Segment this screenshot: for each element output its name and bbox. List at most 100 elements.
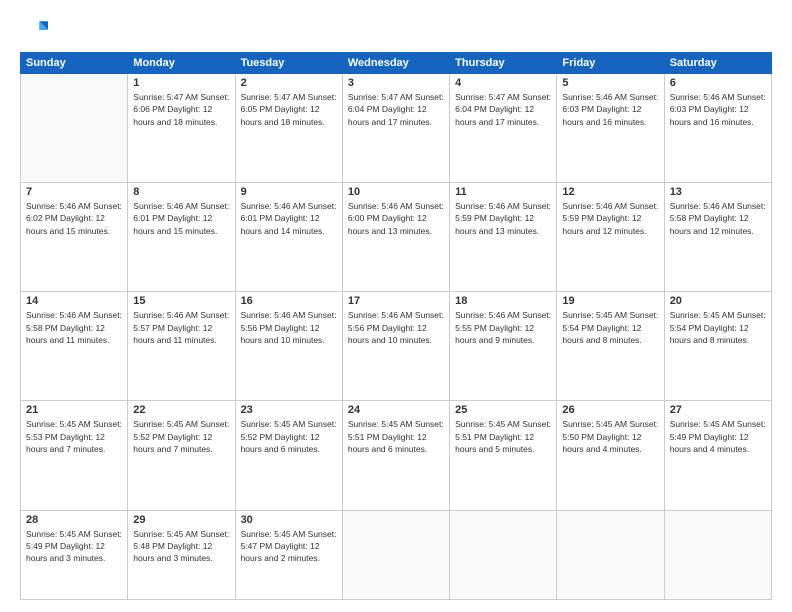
day-number: 29 xyxy=(133,514,229,526)
day-cell-23: 23 Sunrise: 5:45 AM Sunset: 5:52 PM Dayli… xyxy=(235,401,342,510)
week-row-4: 21 Sunrise: 5:45 AM Sunset: 5:53 PM Dayli… xyxy=(21,401,772,510)
day-number: 2 xyxy=(241,77,337,89)
weekday-header-tuesday: Tuesday xyxy=(235,53,342,74)
day-cell-4: 4 Sunrise: 5:47 AM Sunset: 6:04 PM Daylig… xyxy=(450,74,557,183)
day-info: Sunrise: 5:45 AM Sunset: 5:54 PM Dayligh… xyxy=(670,309,766,346)
day-cell-3: 3Sunrise: 5:47 AM Sunset: 6:04 PM Daylig… xyxy=(342,74,449,183)
empty-cell xyxy=(664,510,771,599)
weekday-header-row: SundayMondayTuesdayWednesdayThursdayFrid… xyxy=(21,53,772,74)
page: SundayMondayTuesdayWednesdayThursdayFrid… xyxy=(0,0,792,612)
day-cell-9: 9 Sunrise: 5:46 AM Sunset: 6:01 PM Daylig… xyxy=(235,183,342,292)
day-info: Sunrise: 5:46 AM Sunset: 6:02 PM Dayligh… xyxy=(26,200,122,237)
day-number: 1 xyxy=(133,77,229,89)
day-number: 27 xyxy=(670,404,766,416)
weekday-header-monday: Monday xyxy=(128,53,235,74)
day-info: Sunrise: 5:46 AM Sunset: 6:01 PM Dayligh… xyxy=(241,200,337,237)
weekday-header-wednesday: Wednesday xyxy=(342,53,449,74)
day-number: 25 xyxy=(455,404,551,416)
day-info: Sunrise: 5:46 AM Sunset: 5:56 PM Dayligh… xyxy=(241,309,337,346)
day-cell-12: 12 Sunrise: 5:46 AM Sunset: 5:59 PM Dayli… xyxy=(557,183,664,292)
day-info: Sunrise: 5:45 AM Sunset: 5:49 PM Dayligh… xyxy=(26,528,122,565)
day-cell-13: 13 Sunrise: 5:46 AM Sunset: 5:58 PM Dayli… xyxy=(664,183,771,292)
day-cell-29: 29 Sunrise: 5:45 AM Sunset: 5:48 PM Dayli… xyxy=(128,510,235,599)
day-cell-14: 14 Sunrise: 5:46 AM Sunset: 5:58 PM Dayli… xyxy=(21,292,128,401)
day-info: Sunrise: 5:47 AM Sunset: 6:06 PM Dayligh… xyxy=(133,91,229,128)
day-info: Sunrise: 5:46 AM Sunset: 5:58 PM Dayligh… xyxy=(26,309,122,346)
day-number: 23 xyxy=(241,404,337,416)
week-row-2: 7Sunrise: 5:46 AM Sunset: 6:02 PM Daylig… xyxy=(21,183,772,292)
week-row-5: 28Sunrise: 5:45 AM Sunset: 5:49 PM Dayli… xyxy=(21,510,772,599)
day-info: Sunrise: 5:47 AM Sunset: 6:04 PM Dayligh… xyxy=(455,91,551,128)
day-cell-27: 27 Sunrise: 5:45 AM Sunset: 5:49 PM Dayli… xyxy=(664,401,771,510)
day-cell-19: 19 Sunrise: 5:45 AM Sunset: 5:54 PM Dayli… xyxy=(557,292,664,401)
day-cell-10: 10 Sunrise: 5:46 AM Sunset: 6:00 PM Dayli… xyxy=(342,183,449,292)
day-number: 24 xyxy=(348,404,444,416)
day-number: 14 xyxy=(26,295,122,307)
day-cell-25: 25Sunrise: 5:45 AM Sunset: 5:51 PM Dayli… xyxy=(450,401,557,510)
day-number: 17 xyxy=(348,295,444,307)
day-number: 18 xyxy=(455,295,551,307)
day-number: 9 xyxy=(241,186,337,198)
day-number: 11 xyxy=(455,186,551,198)
day-number: 13 xyxy=(670,186,766,198)
day-cell-6: 6 Sunrise: 5:46 AM Sunset: 6:03 PM Daylig… xyxy=(664,74,771,183)
day-info: Sunrise: 5:45 AM Sunset: 5:52 PM Dayligh… xyxy=(241,418,337,455)
day-info: Sunrise: 5:46 AM Sunset: 5:59 PM Dayligh… xyxy=(455,200,551,237)
empty-cell xyxy=(557,510,664,599)
day-cell-21: 21 Sunrise: 5:45 AM Sunset: 5:53 PM Dayli… xyxy=(21,401,128,510)
day-number: 22 xyxy=(133,404,229,416)
day-number: 21 xyxy=(26,404,122,416)
day-info: Sunrise: 5:46 AM Sunset: 6:03 PM Dayligh… xyxy=(670,91,766,128)
day-info: Sunrise: 5:46 AM Sunset: 6:00 PM Dayligh… xyxy=(348,200,444,237)
day-info: Sunrise: 5:45 AM Sunset: 5:52 PM Dayligh… xyxy=(133,418,229,455)
day-info: Sunrise: 5:45 AM Sunset: 5:49 PM Dayligh… xyxy=(670,418,766,455)
day-cell-11: 11 Sunrise: 5:46 AM Sunset: 5:59 PM Dayli… xyxy=(450,183,557,292)
day-info: Sunrise: 5:46 AM Sunset: 5:58 PM Dayligh… xyxy=(670,200,766,237)
day-info: Sunrise: 5:46 AM Sunset: 5:57 PM Dayligh… xyxy=(133,309,229,346)
day-cell-5: 5Sunrise: 5:46 AM Sunset: 6:03 PM Daylig… xyxy=(557,74,664,183)
day-cell-15: 15Sunrise: 5:46 AM Sunset: 5:57 PM Dayli… xyxy=(128,292,235,401)
week-row-1: 1 Sunrise: 5:47 AM Sunset: 6:06 PM Daylig… xyxy=(21,74,772,183)
week-row-3: 14 Sunrise: 5:46 AM Sunset: 5:58 PM Dayli… xyxy=(21,292,772,401)
day-info: Sunrise: 5:46 AM Sunset: 5:55 PM Dayligh… xyxy=(455,309,551,346)
day-info: Sunrise: 5:45 AM Sunset: 5:54 PM Dayligh… xyxy=(562,309,658,346)
day-info: Sunrise: 5:46 AM Sunset: 6:01 PM Dayligh… xyxy=(133,200,229,237)
day-number: 30 xyxy=(241,514,337,526)
day-cell-8: 8Sunrise: 5:46 AM Sunset: 6:01 PM Daylig… xyxy=(128,183,235,292)
day-info: Sunrise: 5:47 AM Sunset: 6:05 PM Dayligh… xyxy=(241,91,337,128)
day-number: 16 xyxy=(241,295,337,307)
day-number: 3 xyxy=(348,77,444,89)
day-info: Sunrise: 5:46 AM Sunset: 5:59 PM Dayligh… xyxy=(562,200,658,237)
day-number: 5 xyxy=(562,77,658,89)
day-number: 6 xyxy=(670,77,766,89)
day-cell-30: 30 Sunrise: 5:45 AM Sunset: 5:47 PM Dayli… xyxy=(235,510,342,599)
day-info: Sunrise: 5:45 AM Sunset: 5:47 PM Dayligh… xyxy=(241,528,337,565)
logo-icon xyxy=(20,16,48,44)
day-number: 26 xyxy=(562,404,658,416)
day-cell-18: 18 Sunrise: 5:46 AM Sunset: 5:55 PM Dayli… xyxy=(450,292,557,401)
day-info: Sunrise: 5:45 AM Sunset: 5:50 PM Dayligh… xyxy=(562,418,658,455)
day-number: 4 xyxy=(455,77,551,89)
empty-cell xyxy=(342,510,449,599)
weekday-header-saturday: Saturday xyxy=(664,53,771,74)
day-cell-22: 22 Sunrise: 5:45 AM Sunset: 5:52 PM Dayli… xyxy=(128,401,235,510)
day-cell-24: 24 Sunrise: 5:45 AM Sunset: 5:51 PM Dayli… xyxy=(342,401,449,510)
weekday-header-thursday: Thursday xyxy=(450,53,557,74)
day-info: Sunrise: 5:45 AM Sunset: 5:51 PM Dayligh… xyxy=(348,418,444,455)
logo xyxy=(20,16,52,44)
day-cell-2: 2 Sunrise: 5:47 AM Sunset: 6:05 PM Daylig… xyxy=(235,74,342,183)
day-cell-16: 16 Sunrise: 5:46 AM Sunset: 5:56 PM Dayli… xyxy=(235,292,342,401)
empty-cell xyxy=(21,74,128,183)
weekday-header-sunday: Sunday xyxy=(21,53,128,74)
day-cell-1: 1 Sunrise: 5:47 AM Sunset: 6:06 PM Daylig… xyxy=(128,74,235,183)
day-info: Sunrise: 5:45 AM Sunset: 5:53 PM Dayligh… xyxy=(26,418,122,455)
empty-cell xyxy=(450,510,557,599)
day-number: 10 xyxy=(348,186,444,198)
day-number: 19 xyxy=(562,295,658,307)
day-number: 12 xyxy=(562,186,658,198)
calendar-table: SundayMondayTuesdayWednesdayThursdayFrid… xyxy=(20,52,772,600)
day-cell-26: 26 Sunrise: 5:45 AM Sunset: 5:50 PM Dayli… xyxy=(557,401,664,510)
day-cell-17: 17Sunrise: 5:46 AM Sunset: 5:56 PM Dayli… xyxy=(342,292,449,401)
day-cell-7: 7Sunrise: 5:46 AM Sunset: 6:02 PM Daylig… xyxy=(21,183,128,292)
day-info: Sunrise: 5:45 AM Sunset: 5:48 PM Dayligh… xyxy=(133,528,229,565)
